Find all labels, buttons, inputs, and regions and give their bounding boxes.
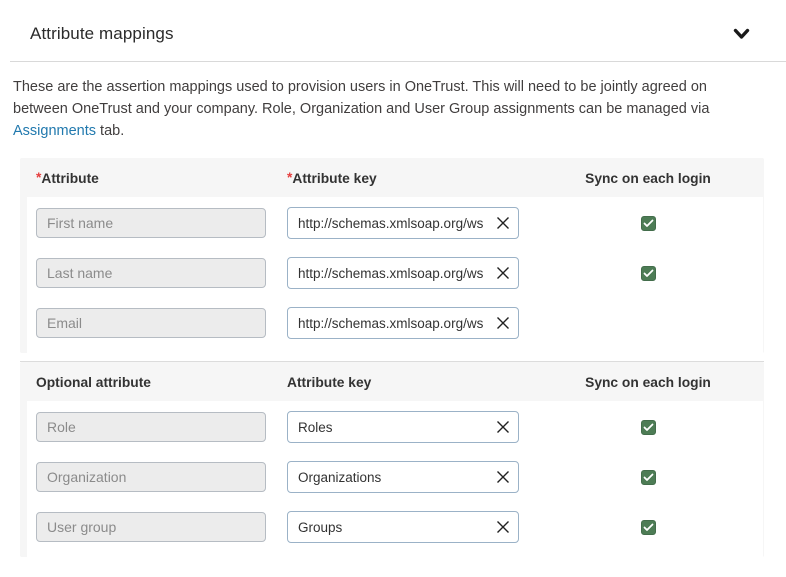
description-text-after: tab. [96,123,125,140]
section-description: These are the assertion mappings used to… [13,76,746,142]
sync-column-header: Sync on each login [585,171,711,187]
attribute-key-input[interactable] [287,461,519,494]
mapping-row [27,511,763,544]
attribute-mappings-page: Attribute mappings These are the asserti… [0,0,786,577]
optional-table-body [27,401,763,558]
chevron-down-icon [733,28,750,44]
attribute-name-input [36,258,266,289]
mapping-row [27,207,763,240]
mapping-row [27,257,763,290]
sync-column-header: Sync on each login [585,375,711,391]
attribute-key-column-header: Attribute key [287,375,372,391]
optional-table-header: Optional attribute Attribute key Sync on… [20,362,764,401]
attribute-name-input [36,308,266,339]
attribute-key-column-header: *Attribute key [287,170,377,187]
clear-icon[interactable] [491,415,515,439]
sync-checkbox[interactable] [640,265,656,281]
assignments-link[interactable]: Assignments [13,123,96,139]
mapping-row [27,461,763,494]
sync-checkbox[interactable] [640,469,656,485]
required-table-body [27,197,763,354]
attribute-name-input [36,412,266,443]
header-divider [10,61,786,62]
sync-checkbox[interactable] [640,519,656,535]
sync-checkbox[interactable] [640,419,656,435]
clear-icon[interactable] [491,515,515,539]
mapping-row [27,307,763,340]
attribute-name-input [36,512,266,543]
clear-icon[interactable] [491,261,515,285]
attribute-name-input [36,462,266,493]
attribute-name-input [36,208,266,239]
optional-attributes-panel: Optional attribute Attribute key Sync on… [20,362,764,558]
attribute-key-input[interactable] [287,257,519,290]
attribute-key-input[interactable] [287,511,519,544]
attribute-key-input[interactable] [287,307,519,340]
attribute-key-input[interactable] [287,207,519,240]
attribute-key-input[interactable] [287,411,519,444]
collapse-section-button[interactable] [731,25,752,43]
required-attributes-panel: *Attribute *Attribute key Sync on each l… [20,158,764,354]
clear-icon[interactable] [491,211,515,235]
optional-attribute-column-header: Optional attribute [36,375,151,391]
sync-checkbox[interactable] [640,215,656,231]
description-text: These are the assertion mappings used to… [13,79,710,118]
required-marker: * [36,170,42,186]
mapping-row [27,411,763,444]
clear-icon[interactable] [491,465,515,489]
section-header[interactable]: Attribute mappings [0,20,786,48]
page-title: Attribute mappings [30,24,174,43]
clear-icon[interactable] [491,311,515,335]
required-table-header: *Attribute *Attribute key Sync on each l… [20,158,764,197]
attribute-column-header: *Attribute [36,170,99,187]
required-marker: * [287,170,293,186]
